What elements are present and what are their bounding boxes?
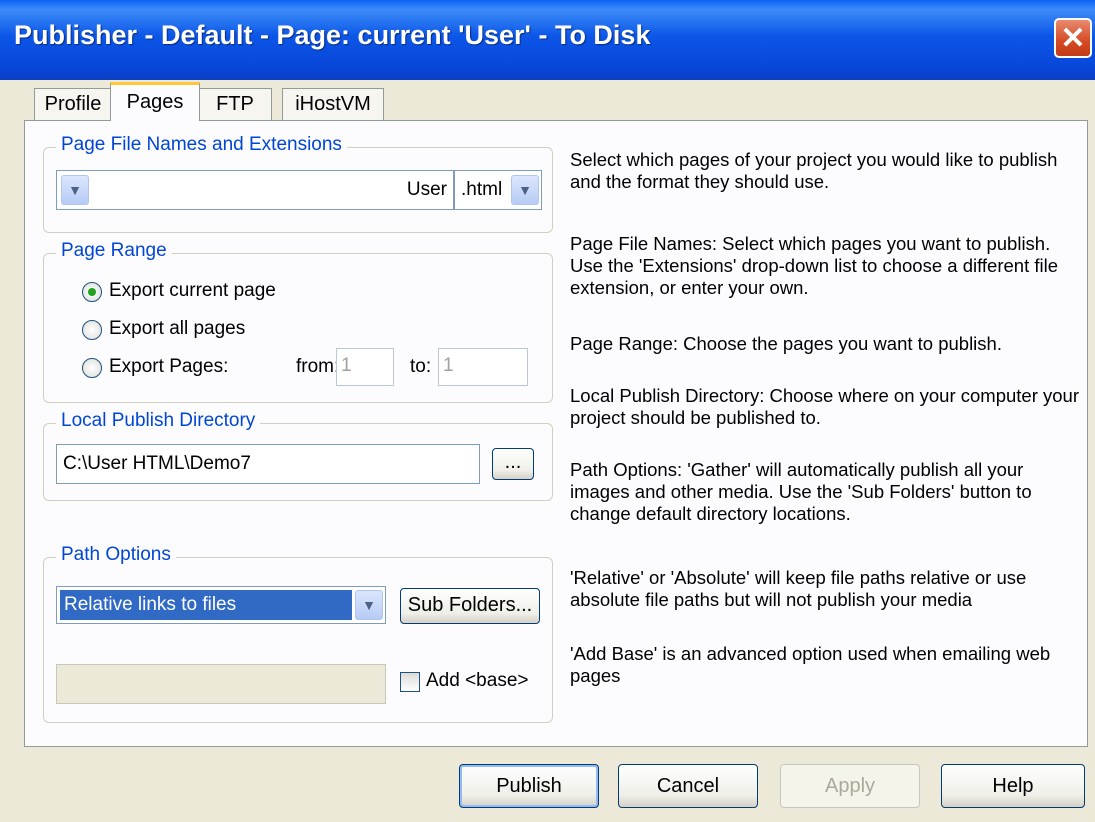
- local-dir-group: Local Publish Directory C:\User HTML\Dem…: [43, 410, 553, 501]
- extension-combo[interactable]: .html ▼: [454, 170, 542, 210]
- browse-button[interactable]: ...: [492, 448, 534, 480]
- radio-button[interactable]: [82, 358, 102, 378]
- extension-value: .html: [461, 179, 503, 200]
- page-range-group: Page Range Export current page Export al…: [43, 240, 553, 403]
- help-paragraph: 'Relative' or 'Absolute' will keep file …: [570, 567, 1027, 610]
- help-paragraph: Path Options: 'Gather' will automaticall…: [570, 459, 1032, 524]
- file-names-group: Page File Names and Extensions ▼ User .h…: [43, 134, 553, 233]
- help-button[interactable]: Help: [941, 764, 1085, 808]
- base-url-input[interactable]: [56, 664, 386, 704]
- help-paragraph: Select which pages of your project you w…: [570, 149, 1058, 192]
- title-bar[interactable]: Publisher - Default - Page: current 'Use…: [0, 0, 1095, 80]
- close-icon[interactable]: ✕: [1054, 18, 1092, 58]
- page-range-title: Page Range: [56, 240, 172, 262]
- window-title: Publisher - Default - Page: current 'Use…: [14, 20, 651, 50]
- radio-button[interactable]: [82, 282, 102, 302]
- chevron-down-icon[interactable]: ▼: [511, 175, 539, 205]
- path-mode-select[interactable]: Relative links to files ▼: [56, 586, 386, 624]
- from-label: from:: [296, 356, 340, 377]
- page-name-value: User: [406, 179, 447, 200]
- to-label: to:: [410, 356, 432, 377]
- to-field[interactable]: 1: [438, 348, 528, 386]
- from-field[interactable]: 1: [336, 348, 394, 386]
- page-name-combo[interactable]: ▼ User: [56, 170, 454, 210]
- tab-profile[interactable]: Profile: [34, 88, 112, 120]
- add-base-checkbox[interactable]: [400, 672, 420, 692]
- radio-label: Export Pages:: [109, 356, 229, 377]
- sub-folders-button[interactable]: Sub Folders...: [400, 588, 540, 624]
- local-dir-title: Local Publish Directory: [56, 410, 261, 432]
- tab-pages[interactable]: Pages: [110, 82, 200, 121]
- radio-button[interactable]: [82, 320, 102, 340]
- radio-label: Export all pages: [109, 318, 246, 339]
- file-names-title: Page File Names and Extensions: [56, 134, 347, 156]
- cancel-button[interactable]: Cancel: [618, 764, 758, 808]
- help-paragraph: Page File Names: Select which pages you …: [570, 233, 1058, 298]
- tab-ihostvm[interactable]: iHostVM: [282, 88, 384, 120]
- directory-path-input[interactable]: C:\User HTML\Demo7: [56, 444, 480, 484]
- help-paragraph: 'Add Base' is an advanced option used wh…: [570, 643, 1051, 686]
- chevron-down-icon[interactable]: ▼: [355, 590, 383, 620]
- add-base-label: Add <base>: [426, 670, 529, 691]
- path-options-title: Path Options: [56, 544, 176, 566]
- apply-button[interactable]: Apply: [780, 764, 920, 808]
- pages-tab-panel: Page File Names and Extensions ▼ User .h…: [24, 120, 1088, 747]
- path-mode-value: Relative links to files: [60, 590, 352, 620]
- publisher-dialog: Publisher - Default - Page: current 'Use…: [0, 0, 1095, 822]
- path-options-group: Path Options Relative links to files ▼ S…: [43, 544, 553, 723]
- radio-selected-dot: [88, 288, 96, 296]
- help-paragraph: Local Publish Directory: Choose where on…: [570, 385, 1079, 428]
- help-paragraph: Page Range: Choose the pages you want to…: [570, 333, 1002, 354]
- radio-label: Export current page: [109, 280, 276, 301]
- publish-button[interactable]: Publish: [459, 764, 599, 808]
- chevron-down-icon[interactable]: ▼: [61, 175, 89, 205]
- tab-ftp[interactable]: FTP: [198, 88, 272, 120]
